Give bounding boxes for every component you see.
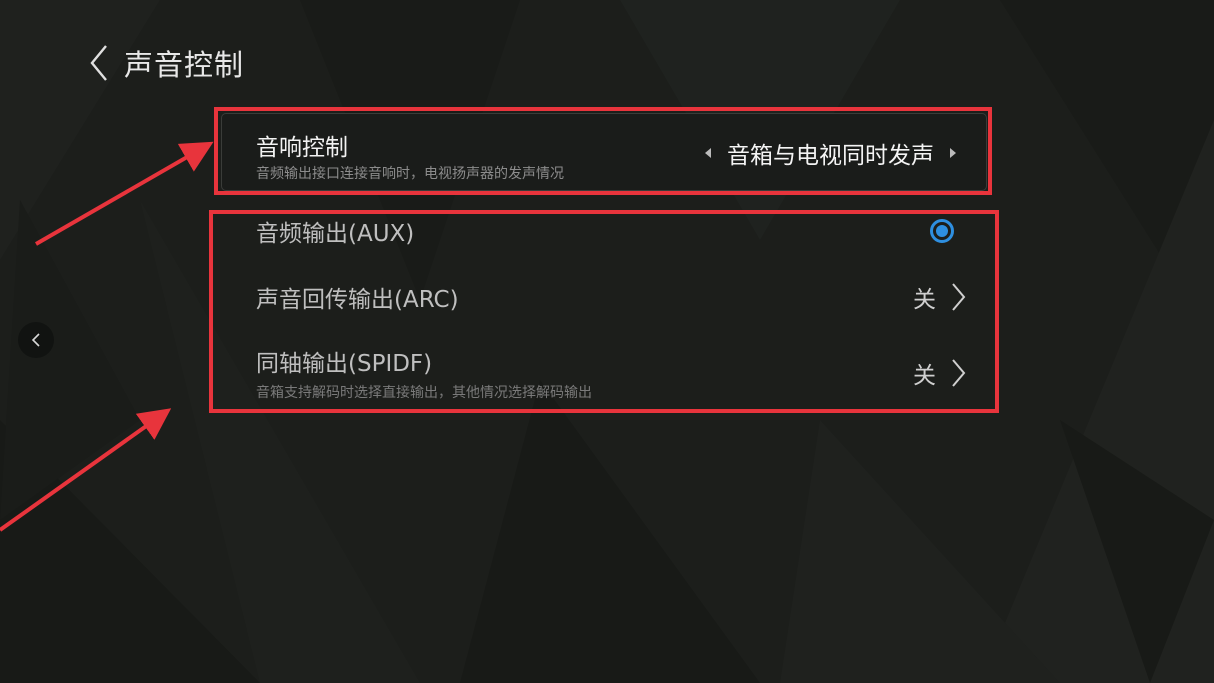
page-title: 声音控制 [124,48,245,82]
option-spdif-label: 同轴输出(SPIDF) [256,351,433,377]
option-aux-label: 音频输出(AUX) [256,221,415,247]
background-pattern [0,0,1214,683]
chevron-left-icon[interactable] [88,43,110,83]
option-spdif-state: 关 [913,363,936,389]
page-header: 声音控制 [88,40,244,86]
triangle-right-icon[interactable] [950,148,956,158]
option-arc-label: 声音回传输出(ARC) [256,287,459,313]
option-aux[interactable]: 音频输出(AUX) [256,214,966,248]
option-spdif-description: 音箱支持解码时选择直接输出，其他情况选择解码输出 [256,385,592,401]
option-arc[interactable]: 声音回传输出(ARC) 关 [256,280,966,314]
speaker-control-selector[interactable]: 音箱与电视同时发声 [705,136,956,170]
option-spdif[interactable]: 同轴输出(SPIDF) 音箱支持解码时选择直接输出，其他情况选择解码输出 关 [256,344,966,402]
speaker-control-item[interactable]: 音响控制 音频输出接口连接音响时，电视扬声器的发声情况 音箱与电视同时发声 [222,114,986,190]
speaker-control-description: 音频输出接口连接音响时，电视扬声器的发声情况 [256,166,564,182]
speaker-control-title: 音响控制 [256,135,348,161]
triangle-left-icon[interactable] [705,148,711,158]
option-arc-state: 关 [913,287,936,313]
speaker-control-value: 音箱与电视同时发声 [727,143,934,169]
chevron-right-icon [952,359,966,387]
chevron-right-icon [952,283,966,311]
radio-selected-dot [936,225,948,237]
chevron-left-icon [31,333,40,347]
side-nav-button[interactable] [18,322,54,358]
aux-radio-button[interactable] [930,219,954,243]
